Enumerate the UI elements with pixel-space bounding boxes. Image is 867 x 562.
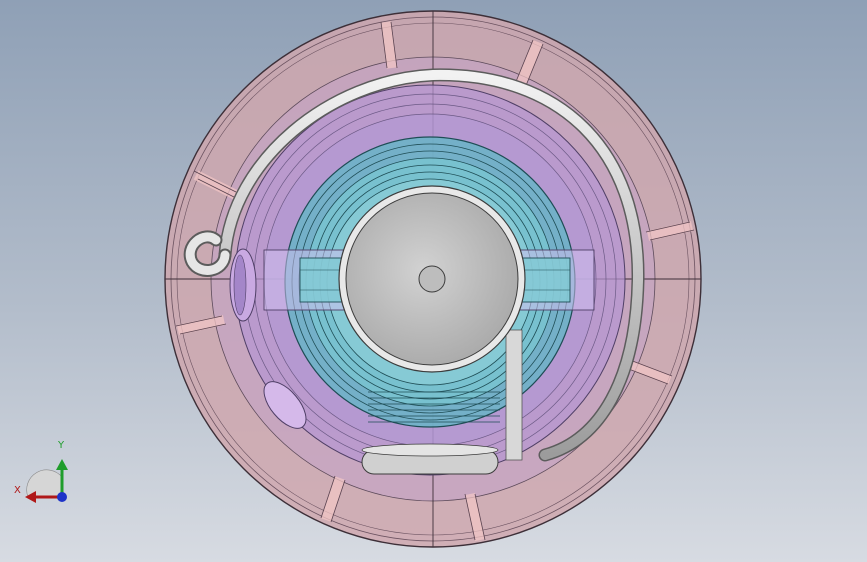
- side-port-left[interactable]: [229, 248, 257, 322]
- vertical-rod[interactable]: [505, 329, 523, 461]
- x-axis-label: X: [14, 485, 21, 496]
- y-axis-label: Y: [58, 440, 65, 451]
- bottom-cylinder[interactable]: [361, 443, 499, 475]
- triad-labels: Y X: [10, 440, 80, 510]
- model-viewport[interactable]: [0, 0, 867, 562]
- central-hub[interactable]: [338, 185, 526, 373]
